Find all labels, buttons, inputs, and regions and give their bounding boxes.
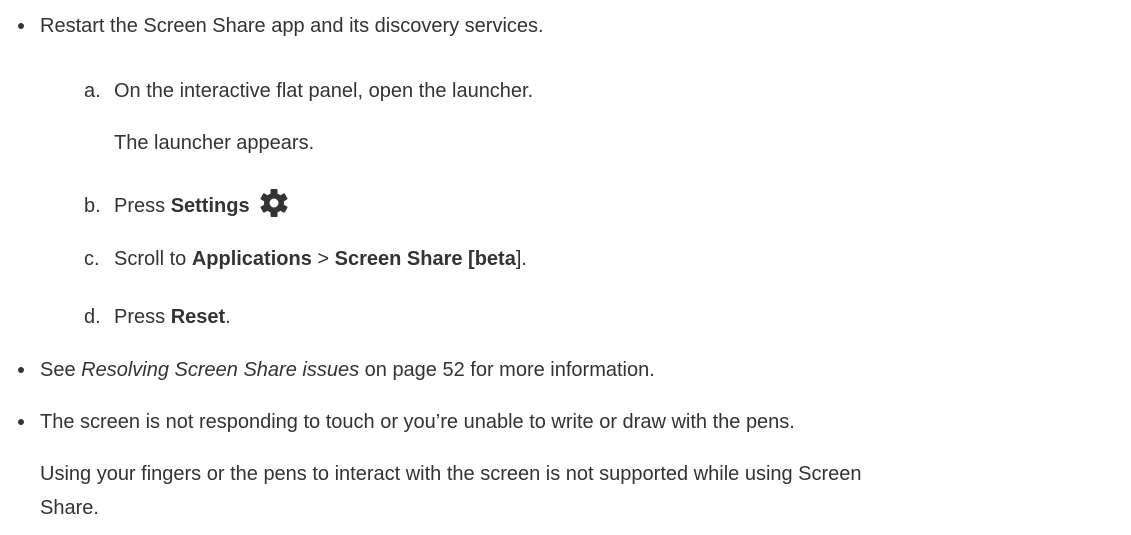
period: . — [521, 248, 527, 270]
gear-icon — [259, 188, 289, 224]
step-text: Press — [114, 195, 171, 217]
note-text: Using your fingers or the pens to intera… — [40, 463, 862, 485]
step-text: Scroll to — [114, 248, 192, 270]
bullet-see-resolving: See Resolving Screen Share issues on pag… — [40, 358, 655, 382]
note-line-1: Using your fingers or the pens to intera… — [40, 462, 862, 486]
step-a: a. On the interactive flat panel, open th… — [84, 79, 533, 103]
bullet-text: The screen is not responding to touch or… — [40, 411, 795, 433]
bullet-screen-not-responding: The screen is not responding to touch or… — [40, 410, 795, 434]
note-line-2: Share. — [40, 496, 99, 520]
bullet-dot — [18, 23, 24, 29]
bullet-dot — [18, 419, 24, 425]
step-c: c. Scroll to Applications > Screen Share … — [84, 247, 527, 271]
bullet-text-pre: See — [40, 359, 82, 381]
settings-label: Settings — [170, 195, 250, 217]
step-a-result: The launcher appears. — [114, 131, 314, 155]
document-page: Restart the Screen Share app and its dis… — [0, 0, 1131, 535]
step-marker: d. — [84, 306, 101, 328]
note-text: Share. — [40, 497, 99, 519]
step-marker: b. — [84, 195, 101, 217]
reset-label: Reset — [170, 306, 226, 328]
step-marker: a. — [84, 80, 101, 102]
bullet-text-post: on page 52 for more information. — [359, 359, 655, 381]
step-text: Press — [114, 306, 171, 328]
step-result-text: The launcher appears. — [114, 132, 315, 154]
step-b: b. Press Settings — [84, 188, 289, 224]
bullet-dot — [18, 367, 24, 373]
step-marker: c. — [84, 248, 100, 270]
path-separator: > — [311, 248, 335, 270]
bullet-text: Restart the Screen Share app and its dis… — [40, 15, 544, 37]
screen-share-label: Screen Share [beta — [334, 248, 516, 270]
step-text: On the interactive flat panel, open the … — [114, 80, 534, 102]
period: . — [225, 306, 231, 328]
resolving-issues-link-text: Resolving Screen Share issues — [81, 359, 360, 381]
applications-label: Applications — [191, 248, 312, 270]
step-d: d. Press Reset. — [84, 305, 231, 329]
bullet-restart-screen-share: Restart the Screen Share app and its dis… — [40, 14, 544, 38]
